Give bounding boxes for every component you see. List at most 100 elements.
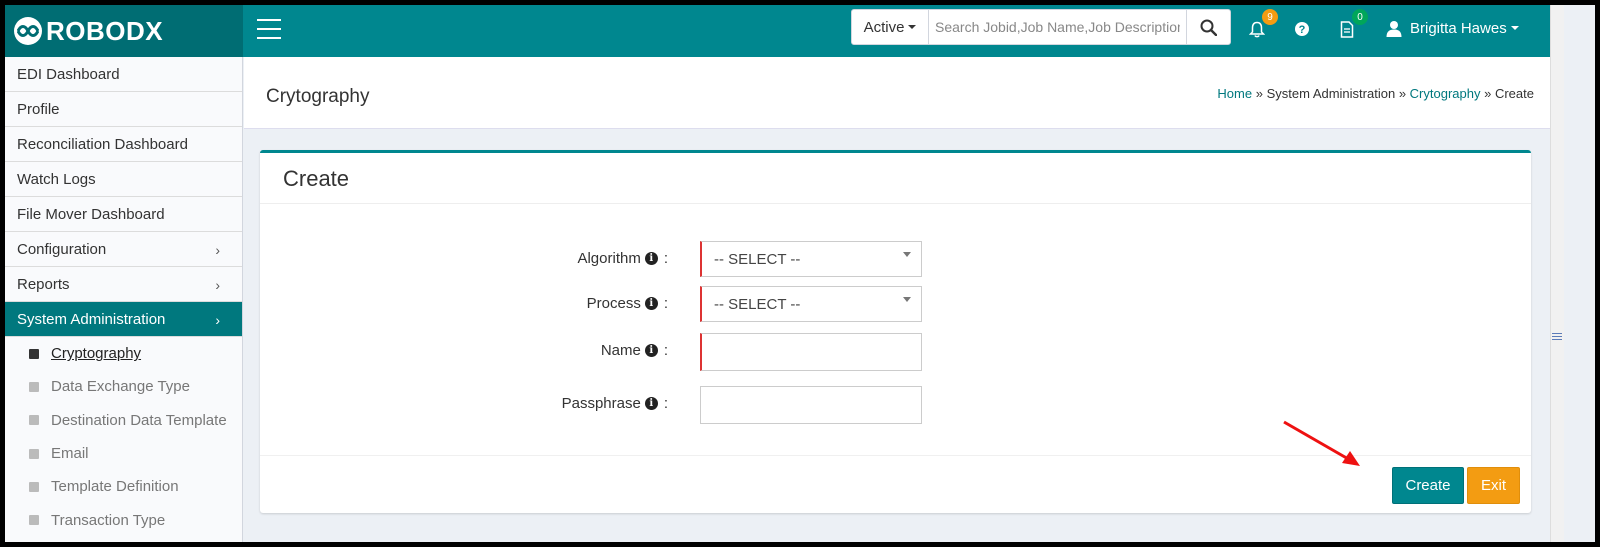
caret-down-icon xyxy=(1510,26,1519,30)
algorithm-label: Algorithm i : xyxy=(577,250,668,267)
algorithm-label-text: Algorithm xyxy=(577,250,641,267)
sidebar-item-label: File Mover Dashboard xyxy=(17,205,165,223)
process-label-text: Process xyxy=(586,295,641,312)
sidebar-item-watch-logs[interactable]: Watch Logs xyxy=(5,162,242,197)
sidebar-item-edi-dashboard[interactable]: EDI Dashboard xyxy=(5,57,242,92)
sidebar-item-profile[interactable]: Profile xyxy=(5,92,242,127)
sidebar-subitem-data-exchange-type[interactable]: Data Exchange Type xyxy=(5,370,242,403)
sidebar-item-label: EDI Dashboard xyxy=(17,65,120,83)
logo[interactable]: ROBODX xyxy=(5,5,243,57)
passphrase-label-text: Passphrase xyxy=(561,395,641,412)
page-scrollbar[interactable] xyxy=(1550,5,1595,542)
caret-down-icon xyxy=(908,25,917,29)
breadcrumb-separator: » xyxy=(1255,86,1263,101)
bullet-icon xyxy=(29,515,39,526)
process-select[interactable]: -- SELECT -- xyxy=(700,286,922,322)
breadcrumb-separator: » xyxy=(1484,86,1492,101)
chevron-right-icon: › xyxy=(215,242,220,258)
search-icon xyxy=(1200,19,1217,36)
notifications-button[interactable]: 9 xyxy=(1246,9,1278,40)
name-input[interactable] xyxy=(700,333,922,371)
sidebar-subitem-template-definition[interactable]: Template Definition xyxy=(5,470,242,503)
tasks-count-badge: 0 xyxy=(1352,9,1368,25)
sidebar-item-system-administration[interactable]: System Administration › xyxy=(5,302,242,337)
sidebar-item-file-mover-dashboard[interactable]: File Mover Dashboard xyxy=(5,197,242,232)
menu-toggle-icon[interactable] xyxy=(257,19,281,39)
page-title: Crytography xyxy=(266,86,370,107)
label-colon: : xyxy=(663,342,668,359)
logo-mark-icon xyxy=(14,17,42,45)
panel-title: Create xyxy=(283,166,350,191)
sidebar-subitem-label: Transaction Type xyxy=(51,511,166,529)
passphrase-input[interactable] xyxy=(700,386,922,424)
sidebar-item-label: Watch Logs xyxy=(17,170,96,188)
sidebar-subitem-transaction-type[interactable]: Transaction Type xyxy=(5,503,242,536)
sidebar-item-label: Profile xyxy=(17,100,60,118)
dropdown-caret-icon xyxy=(903,297,911,302)
info-icon[interactable]: i xyxy=(644,252,658,265)
sidebar-item-label: Reconciliation Dashboard xyxy=(17,135,188,153)
info-icon[interactable]: i xyxy=(644,344,658,357)
algorithm-select[interactable]: -- SELECT -- xyxy=(700,241,922,277)
breadcrumb-section: System Administration xyxy=(1266,86,1396,101)
bell-icon xyxy=(1249,21,1265,37)
annotation-arrow-icon xyxy=(1283,420,1360,466)
status-filter-label: Active xyxy=(863,18,905,36)
exit-button[interactable]: Exit xyxy=(1467,467,1520,504)
bullet-icon xyxy=(29,381,39,392)
user-name: Brigitta Hawes xyxy=(1410,19,1507,37)
svg-text:?: ? xyxy=(1299,24,1306,36)
create-button[interactable]: Create xyxy=(1392,467,1464,504)
document-icon xyxy=(1340,20,1354,38)
user-menu[interactable]: Brigitta Hawes xyxy=(1386,15,1519,41)
bullet-icon xyxy=(29,481,39,492)
breadcrumb: Home » System Administration » Crytograp… xyxy=(1217,86,1534,101)
chevron-right-icon: › xyxy=(215,277,220,293)
user-icon xyxy=(1386,20,1402,37)
sidebar-subitem-destination-data-template[interactable]: Destination Data Template xyxy=(5,404,242,437)
sidebar-item-label: Configuration xyxy=(17,240,107,258)
search-button[interactable] xyxy=(1186,10,1230,44)
process-label: Process i : xyxy=(587,295,668,312)
chevron-right-icon: › xyxy=(215,312,220,328)
label-colon: : xyxy=(663,395,668,412)
search-group: Active xyxy=(851,9,1231,45)
sidebar-subitem-label: Data Exchange Type xyxy=(51,378,190,396)
name-label-text: Name xyxy=(600,342,641,359)
scrollbar-grip-icon xyxy=(1552,333,1562,340)
algorithm-row: Algorithm i : -- SELECT -- xyxy=(260,241,1531,277)
process-select-value: -- SELECT -- xyxy=(714,295,801,313)
breadcrumb-page-link[interactable]: Crytography xyxy=(1410,86,1481,101)
question-circle-icon: ? xyxy=(1295,22,1309,36)
bullet-icon xyxy=(29,415,39,426)
sidebar-subitem-email[interactable]: Email xyxy=(5,437,242,470)
help-button[interactable]: ? xyxy=(1291,18,1313,40)
app-window: ROBODX Active 9 ? 0 Brigitta Hawes xyxy=(5,5,1595,542)
passphrase-label: Passphrase i : xyxy=(562,395,668,412)
info-icon[interactable]: i xyxy=(644,397,658,410)
sidebar-item-reconciliation-dashboard[interactable]: Reconciliation Dashboard xyxy=(5,127,242,162)
tasks-button[interactable]: 0 xyxy=(1336,9,1368,40)
label-colon: : xyxy=(663,250,668,267)
status-filter-dropdown[interactable]: Active xyxy=(852,10,929,44)
sidebar: EDI Dashboard Profile Reconciliation Das… xyxy=(5,57,243,542)
breadcrumb-current: Create xyxy=(1494,86,1534,101)
breadcrumb-home-link[interactable]: Home xyxy=(1217,86,1252,101)
sidebar-item-label: System Administration xyxy=(17,310,166,328)
search-input[interactable] xyxy=(929,10,1186,44)
sidebar-subitem-label: Email xyxy=(51,445,89,463)
sidebar-subitem-label: Cryptography xyxy=(51,345,142,363)
sidebar-subitem-cryptography[interactable]: Cryptography xyxy=(5,337,242,370)
algorithm-select-value: -- SELECT -- xyxy=(714,250,801,268)
sidebar-subitem-label: Template Definition xyxy=(51,478,179,496)
sidebar-subitem-label: Destination Data Template xyxy=(51,411,227,429)
sidebar-item-reports[interactable]: Reports › xyxy=(5,267,242,302)
name-label: Name i : xyxy=(601,342,668,359)
info-icon[interactable]: i xyxy=(644,297,658,310)
process-row: Process i : -- SELECT -- xyxy=(260,286,1531,322)
sidebar-item-configuration[interactable]: Configuration › xyxy=(5,232,242,267)
name-row: Name i : xyxy=(260,333,1531,371)
dropdown-caret-icon xyxy=(903,252,911,257)
notifications-count-badge: 9 xyxy=(1262,9,1278,25)
content-header: Crytography Home » System Administration… xyxy=(244,57,1550,129)
